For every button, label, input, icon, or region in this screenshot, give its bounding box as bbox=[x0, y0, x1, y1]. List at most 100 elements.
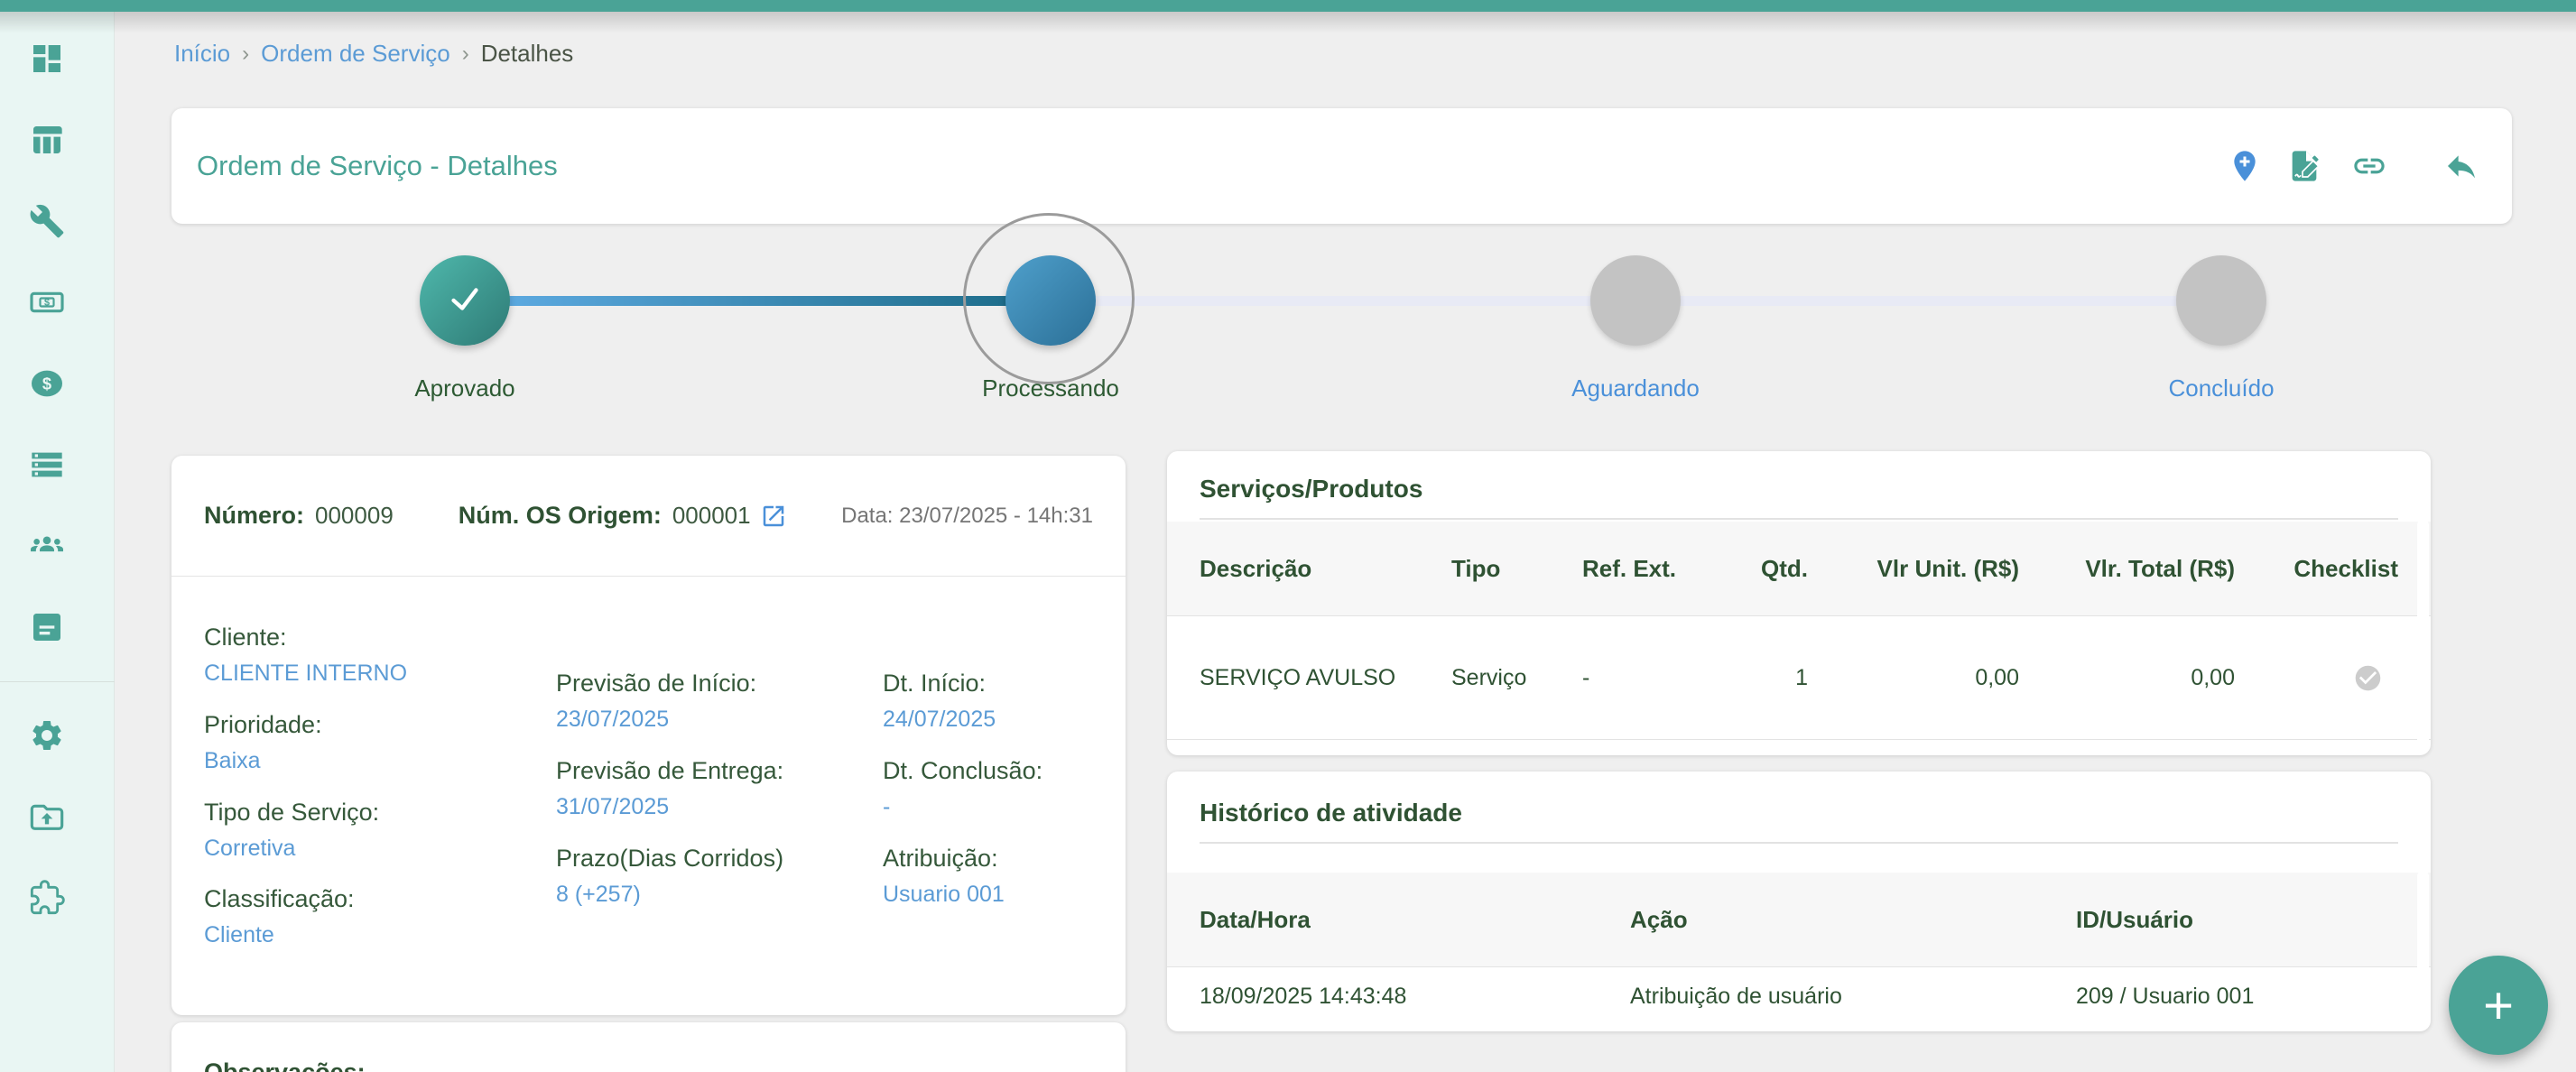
origem-label: Núm. OS Origem: bbox=[459, 502, 662, 530]
breadcrumb-inicio[interactable]: Início bbox=[174, 40, 230, 68]
cell-ref-ext: - bbox=[1582, 665, 1758, 691]
history-table-header: Data/Hora Ação ID/Usuário bbox=[1167, 873, 2431, 966]
table-icon[interactable] bbox=[29, 122, 65, 158]
link-icon[interactable] bbox=[2351, 148, 2387, 184]
order-date: Data: 23/07/2025 - 14h:31 bbox=[841, 504, 1093, 529]
step-label-aprovado: Aprovado bbox=[320, 374, 609, 402]
history-title-underline bbox=[1200, 842, 2398, 844]
step-circle-aguardando bbox=[1590, 255, 1681, 346]
col-acao: Ação bbox=[1630, 906, 2076, 934]
services-title-underline bbox=[1200, 518, 2398, 520]
stepper-connector-done bbox=[508, 296, 1007, 306]
header-actions bbox=[2227, 148, 2479, 184]
cell-tipo: Serviço bbox=[1451, 665, 1582, 691]
check-circle-icon[interactable] bbox=[2353, 663, 2383, 693]
step-label-concluido: Concluído bbox=[2077, 374, 2366, 402]
reply-icon[interactable] bbox=[2443, 148, 2479, 184]
dt-inicio-label: Dt. Início: bbox=[883, 670, 1042, 698]
top-bar-shadow bbox=[0, 12, 2576, 33]
col-data-hora: Data/Hora bbox=[1200, 906, 1630, 934]
col-qtd: Qtd. bbox=[1758, 555, 1808, 583]
page-title: Ordem de Serviço - Detalhes bbox=[197, 150, 558, 182]
classificacao-label: Classificação: bbox=[204, 885, 407, 913]
money-bill-icon[interactable]: $ bbox=[29, 284, 65, 320]
order-info-card: Número: 000009 Núm. OS Origem: 000001 Da… bbox=[171, 456, 1126, 1015]
col-checklist: Checklist bbox=[2235, 555, 2398, 583]
atribuicao-value: Usuario 001 bbox=[883, 882, 1042, 908]
origem-group: Núm. OS Origem: 000001 bbox=[459, 502, 787, 530]
col-tipo: Tipo bbox=[1451, 555, 1582, 583]
prioridade-label: Prioridade: bbox=[204, 711, 407, 739]
cell-checklist bbox=[2235, 663, 2398, 693]
history-scrollbar-track bbox=[2417, 871, 2429, 1024]
cliente-label: Cliente: bbox=[204, 624, 407, 652]
sidebar-nav: $ $ bbox=[0, 12, 115, 1072]
info-divider bbox=[171, 576, 1126, 577]
observations-card: Observações: bbox=[171, 1022, 1126, 1072]
wrench-icon[interactable] bbox=[29, 203, 65, 239]
info-column-3: Dt. Início: 24/07/2025 Dt. Conclusão: - … bbox=[883, 670, 1042, 931]
document-icon[interactable] bbox=[29, 609, 65, 645]
step-circle-aprovado bbox=[420, 255, 510, 346]
previsao-entrega-value: 31/07/2025 bbox=[556, 794, 783, 820]
dt-inicio-value: 24/07/2025 bbox=[883, 707, 1042, 733]
info-column-1: Cliente: CLIENTE INTERNO Prioridade: Bai… bbox=[204, 624, 407, 973]
file-upload-icon[interactable] bbox=[29, 799, 65, 835]
numero-value: 000009 bbox=[315, 502, 394, 530]
active-step-ring bbox=[963, 213, 1135, 384]
cell-vlr-total: 0,00 bbox=[2019, 665, 2235, 691]
step-circle-concluido bbox=[2176, 255, 2266, 346]
info-column-2: Previsão de Início: 23/07/2025 Previsão … bbox=[556, 670, 783, 931]
list-icon[interactable] bbox=[29, 447, 65, 483]
tipo-servico-value: Corretiva bbox=[204, 836, 407, 862]
order-numbers-row: Número: 000009 Núm. OS Origem: 000001 Da… bbox=[204, 456, 1093, 576]
col-vlr-unit: Vlr Unit. (R$) bbox=[1808, 555, 2019, 583]
dashboard-icon[interactable] bbox=[29, 41, 65, 77]
observations-title: Observações: bbox=[171, 1022, 1126, 1072]
breadcrumb-detalhes: Detalhes bbox=[481, 40, 574, 68]
history-title: Histórico de atividade bbox=[1167, 772, 2431, 827]
numero-label: Número: bbox=[204, 502, 304, 530]
services-products-card: Serviços/Produtos Descrição Tipo Ref. Ex… bbox=[1167, 451, 2431, 755]
origem-value: 000001 bbox=[672, 502, 751, 530]
gear-icon[interactable] bbox=[29, 717, 65, 753]
prazo-value: 8 (+257) bbox=[556, 882, 783, 908]
cell-vlr-unit: 0,00 bbox=[1808, 665, 2019, 691]
people-icon[interactable] bbox=[29, 528, 65, 564]
col-ref-ext: Ref. Ext. bbox=[1582, 555, 1758, 583]
breadcrumb-ordem-servico[interactable]: Ordem de Serviço bbox=[261, 40, 450, 68]
sidebar-divider bbox=[0, 681, 115, 682]
col-id-usuario: ID/Usuário bbox=[2076, 906, 2398, 934]
activity-history-card: Histórico de atividade Data/Hora Ação ID… bbox=[1167, 772, 2431, 1031]
dollar-coin-icon[interactable]: $ bbox=[29, 365, 65, 402]
services-scrollbar-track bbox=[2417, 520, 2429, 748]
services-title: Serviços/Produtos bbox=[1167, 451, 2431, 504]
services-table-header: Descrição Tipo Ref. Ext. Qtd. Vlr Unit. … bbox=[1167, 522, 2431, 615]
prazo-label: Prazo(Dias Corridos) bbox=[556, 845, 783, 873]
check-icon bbox=[444, 278, 486, 324]
cell-acao: Atribuição de usuário bbox=[1630, 984, 2076, 1010]
open-origin-os-icon[interactable] bbox=[760, 503, 787, 530]
svg-text:$: $ bbox=[44, 298, 50, 309]
cell-data-hora: 18/09/2025 14:43:48 bbox=[1200, 984, 1630, 1010]
cliente-value: CLIENTE INTERNO bbox=[204, 661, 407, 687]
puzzle-icon[interactable] bbox=[29, 880, 65, 916]
svg-text:$: $ bbox=[42, 374, 51, 393]
breadcrumb-separator: › bbox=[242, 42, 249, 67]
edit-document-icon[interactable] bbox=[2286, 148, 2322, 184]
tipo-servico-label: Tipo de Serviço: bbox=[204, 799, 407, 827]
stepper-connector-pending bbox=[1094, 296, 1592, 306]
prioridade-value: Baixa bbox=[204, 748, 407, 774]
breadcrumb: Início › Ordem de Serviço › Detalhes bbox=[174, 40, 573, 68]
add-location-icon[interactable] bbox=[2227, 148, 2263, 184]
previsao-inicio-value: 23/07/2025 bbox=[556, 707, 783, 733]
col-descricao: Descrição bbox=[1200, 555, 1451, 583]
add-button[interactable]: + bbox=[2449, 956, 2548, 1055]
classificacao-value: Cliente bbox=[204, 922, 407, 948]
previsao-inicio-label: Previsão de Início: bbox=[556, 670, 783, 698]
page-header-card: Ordem de Serviço - Detalhes bbox=[171, 108, 2512, 224]
service-table-row: SERVIÇO AVULSO Serviço - 1 0,00 0,00 bbox=[1167, 615, 2431, 740]
col-vlr-total: Vlr. Total (R$) bbox=[2019, 555, 2235, 583]
step-label-aguardando: Aguardando bbox=[1491, 374, 1780, 402]
top-app-bar bbox=[0, 0, 2576, 12]
